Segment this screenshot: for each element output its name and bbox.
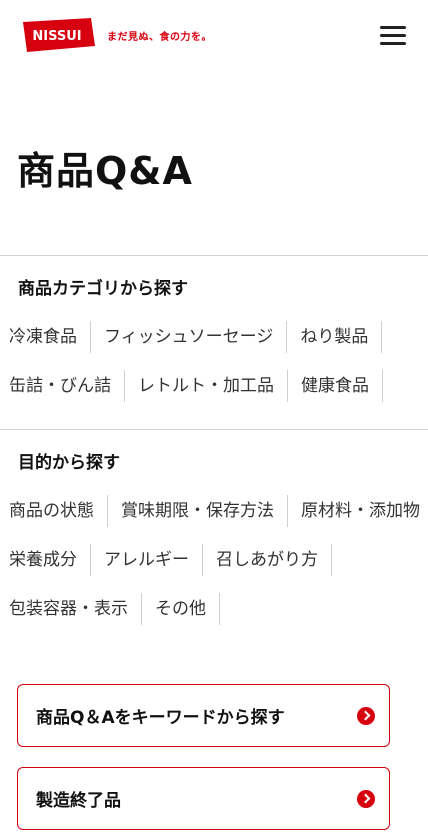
chevron-right-circle-icon [357, 789, 375, 808]
purpose-link-ingredients[interactable]: 原材料・添加物 [288, 495, 428, 527]
site-header: NISSUI まだ見ぬ、食の力を。 [0, 0, 428, 72]
category-section: 商品カテゴリから探す 冷凍食品 フィッシュソーセージ ねり製品 缶詰・びん詰 レ… [0, 255, 428, 402]
purpose-link-allergy[interactable]: アレルギー [91, 544, 203, 576]
purpose-link-condition[interactable]: 商品の状態 [9, 495, 108, 527]
purpose-link-other[interactable]: その他 [142, 593, 220, 625]
purpose-heading: 目的から探す [18, 453, 120, 473]
category-link-frozen-food[interactable]: 冷凍食品 [9, 321, 91, 353]
category-row: 缶詰・びん詰 レトルト・加工品 健康食品 [9, 370, 428, 402]
category-link-retort[interactable]: レトルト・加工品 [125, 370, 288, 402]
nissui-logo[interactable]: NISSUI まだ見ぬ、食の力を。 [17, 16, 212, 54]
purpose-row: 包装容器・表示 その他 [9, 593, 428, 625]
purpose-link-expiry-storage[interactable]: 賞味期限・保存方法 [108, 495, 288, 527]
category-link-fish-sausage[interactable]: フィッシュソーセージ [91, 321, 288, 353]
purpose-link-how-to-eat[interactable]: 召しあがり方 [203, 544, 332, 576]
purpose-link-packaging[interactable]: 包装容器・表示 [9, 593, 142, 625]
category-link-canned[interactable]: 缶詰・びん詰 [9, 370, 125, 402]
discontinued-products-button[interactable]: 製造終了品 [17, 767, 390, 830]
tagline: まだ見ぬ、食の力を。 [107, 31, 212, 43]
page-title: 商品Q&A [17, 149, 193, 193]
purpose-section: 目的から探す 商品の状態 賞味期限・保存方法 原材料・添加物 栄養成分 アレルギ… [0, 429, 428, 625]
category-link-surimi[interactable]: ねり製品 [287, 321, 383, 353]
chevron-right-circle-icon [357, 706, 375, 725]
category-heading: 商品カテゴリから探す [18, 279, 188, 299]
discontinued-products-label: 製造終了品 [36, 791, 121, 811]
hamburger-menu-icon[interactable] [380, 26, 406, 46]
keyword-search-label: 商品Q＆Aをキーワードから探す [36, 708, 285, 728]
purpose-link-nutrition[interactable]: 栄養成分 [9, 544, 91, 576]
nissui-logo-badge: NISSUI [23, 18, 95, 52]
purpose-row: 栄養成分 アレルギー 召しあがり方 [9, 544, 428, 576]
logo-text: NISSUI [32, 29, 81, 44]
category-link-health-food[interactable]: 健康食品 [288, 370, 383, 402]
keyword-search-button[interactable]: 商品Q＆Aをキーワードから探す [17, 684, 390, 747]
purpose-row: 商品の状態 賞味期限・保存方法 原材料・添加物 [9, 495, 428, 527]
category-row: 冷凍食品 フィッシュソーセージ ねり製品 [9, 321, 428, 353]
